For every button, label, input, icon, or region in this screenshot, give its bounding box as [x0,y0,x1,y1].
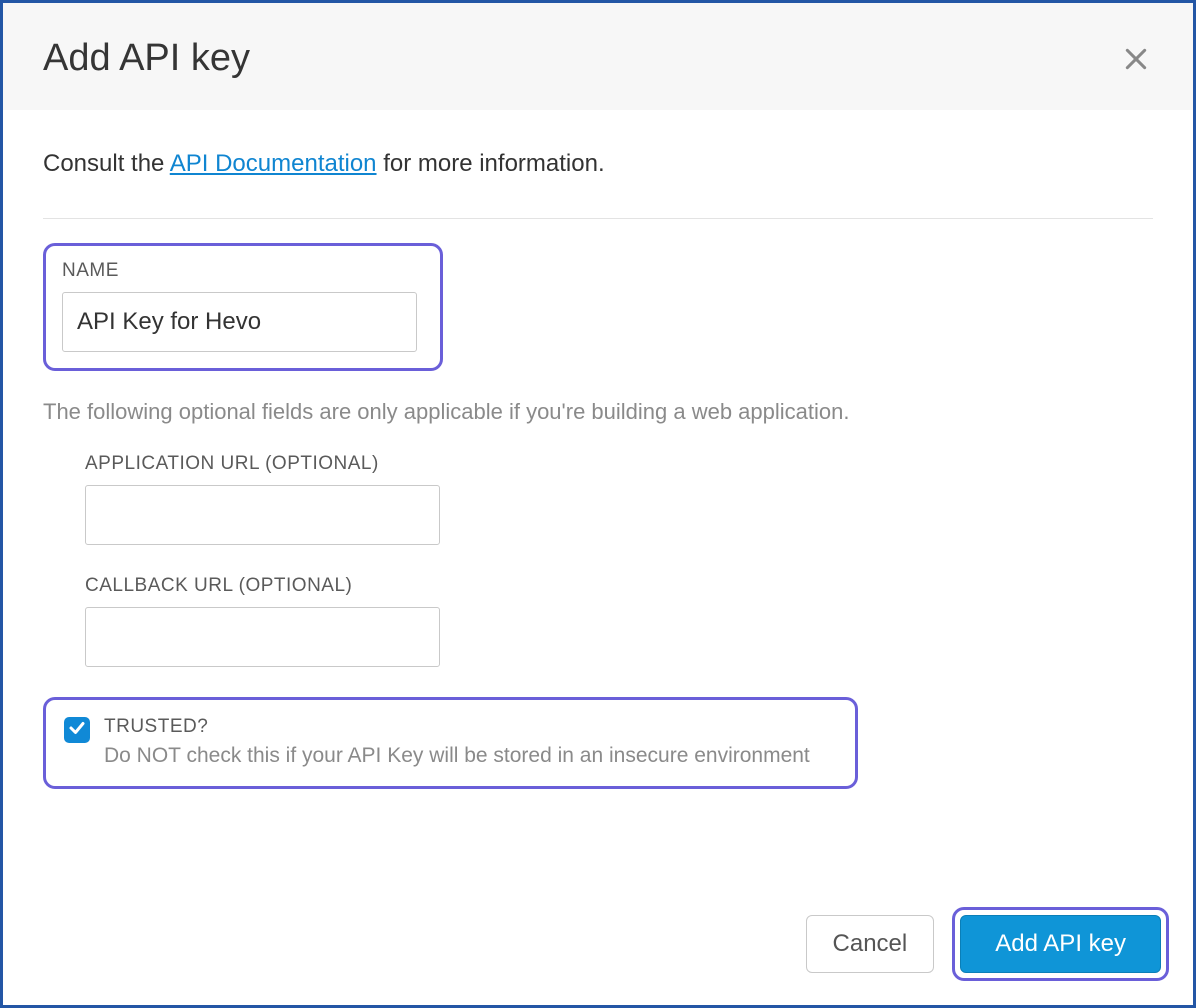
trusted-description: Do NOT check this if your API Key will b… [104,744,810,768]
name-label: NAME [62,260,424,282]
consult-text: Consult the API Documentation for more i… [43,150,1153,219]
callback-url-label: CALLBACK URL (OPTIONAL) [85,575,1153,597]
optional-fields-hint: The following optional fields are only a… [43,399,1153,425]
consult-prefix: Consult the [43,150,170,177]
close-icon [1123,46,1149,72]
consult-suffix: for more information. [377,150,605,177]
modal-header: Add API key [3,3,1193,110]
trusted-checkbox[interactable] [64,717,90,743]
trusted-label: TRUSTED? [104,716,810,738]
callback-url-input[interactable] [85,607,440,667]
modal-title: Add API key [43,37,250,80]
modal-footer: Cancel Add API key [806,907,1169,981]
api-documentation-link[interactable]: API Documentation [170,150,377,177]
cancel-button[interactable]: Cancel [806,915,935,973]
name-field-highlight: NAME [43,243,443,371]
application-url-label: APPLICATION URL (OPTIONAL) [85,453,1153,475]
modal-body: Consult the API Documentation for more i… [3,110,1193,809]
checkmark-icon [68,719,86,742]
submit-button-highlight: Add API key [952,907,1169,981]
callback-url-field: CALLBACK URL (OPTIONAL) [85,575,1153,667]
trusted-field-highlight: TRUSTED? Do NOT check this if your API K… [43,697,858,789]
application-url-input[interactable] [85,485,440,545]
name-input[interactable] [62,292,417,352]
add-api-key-button[interactable]: Add API key [960,915,1161,973]
close-button[interactable] [1119,42,1153,76]
application-url-field: APPLICATION URL (OPTIONAL) [85,453,1153,545]
